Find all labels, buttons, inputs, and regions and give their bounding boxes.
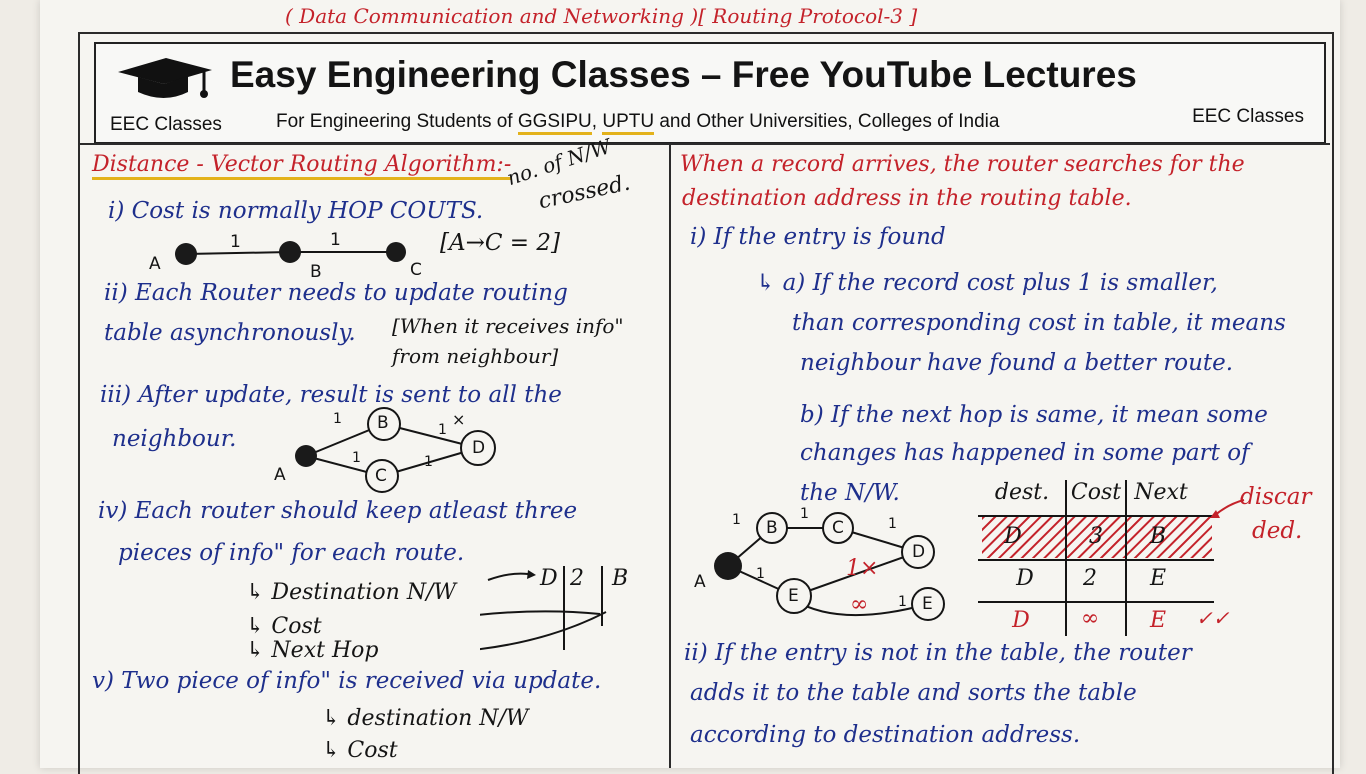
table-header-dest: dest.	[994, 480, 1050, 505]
right-intro-line-2: destination address in the routing table…	[682, 186, 1132, 211]
node-label: E	[922, 594, 933, 614]
node-label: B	[310, 262, 322, 282]
example-cost: 2	[570, 566, 584, 591]
info-item-destination: ↳ Destination N/W	[246, 580, 457, 605]
point-2-line-1: ii) Each Router needs to update routing	[104, 280, 568, 306]
info-item-next-hop: ↳ Next Hop	[246, 638, 379, 663]
example-next: B	[612, 566, 629, 591]
cross-mark: ×	[452, 410, 466, 429]
subtitle-uptu: UPTU	[602, 111, 655, 135]
point-3-line-2: neighbour.	[112, 426, 237, 452]
edge-label: 1	[438, 422, 447, 438]
rule-2-line-1: ii) If the entry is not in the table, th…	[684, 640, 1192, 666]
point-4-line-2: pieces of info" for each route.	[118, 540, 465, 566]
discarded-note-1: discar	[1240, 484, 1312, 510]
subtitle-part: For Engineering Students of	[276, 111, 518, 132]
table-cell: D	[1012, 608, 1030, 633]
node-label: E	[788, 586, 799, 606]
node-label: B	[766, 518, 778, 538]
rule-1a-line-2: than corresponding cost in table, it mea…	[792, 310, 1286, 336]
check-mark-icon: ✓✓	[1196, 606, 1230, 630]
header-title: Easy Engineering Classes – Free YouTube …	[230, 54, 1137, 95]
subtitle-part: and Other Universities, Colleges of Indi…	[654, 111, 1000, 132]
rule-2-line-2: adds it to the table and sorts the table	[690, 680, 1137, 706]
table-cell: 3	[1089, 524, 1103, 549]
example-dest: D	[540, 566, 558, 591]
update-item-destination: ↳ destination N/W	[322, 706, 529, 731]
formula-a-to-c: [A→C = 2]	[440, 230, 560, 256]
node-label: C	[410, 260, 422, 280]
point-2-note-2: from neighbour]	[392, 344, 559, 368]
node-label: D	[912, 542, 926, 562]
node-label: A	[694, 572, 706, 592]
table-cell: E	[1149, 566, 1167, 591]
rule-2-line-3: according to destination address.	[690, 722, 1081, 748]
edge-label: 1	[230, 232, 241, 252]
header-subtitle: For Engineering Students of GGSIPU, UPTU…	[276, 111, 1000, 135]
edge-label: 1	[732, 512, 741, 528]
table-cell: D	[1004, 524, 1022, 549]
table-cell: ∞	[1080, 606, 1100, 631]
linear-network-diagram	[175, 241, 406, 265]
point-4-line-1: iv) Each router should keep atleast thre…	[98, 498, 578, 524]
table-header-cost: Cost	[1070, 480, 1122, 505]
table-header-next: Next	[1134, 480, 1188, 505]
edge-label: 1	[352, 450, 361, 466]
point-1: i) Cost is normally HOP COUTS.	[108, 198, 484, 224]
section-separator	[80, 143, 1330, 145]
discarded-note-2: ded.	[1252, 518, 1303, 544]
edge-label: 1	[333, 411, 342, 427]
header-right-tag: EEC Classes	[1192, 106, 1304, 127]
edge-label: 1	[756, 566, 765, 582]
rule-1b-line-1: b) If the next hop is same, it mean some	[800, 402, 1268, 428]
edge-label: 1	[330, 230, 341, 250]
table-cell: 2	[1083, 566, 1097, 591]
rule-1: i) If the entry is found	[690, 224, 946, 250]
rule-1a-line-3: neighbour have found a better route.	[800, 350, 1234, 376]
edge-label-infinity: ∞	[850, 592, 869, 617]
node-label: A	[149, 254, 161, 274]
node-label: D	[472, 438, 486, 458]
node-label: C	[375, 466, 387, 486]
header-box: Easy Engineering Classes – Free YouTube …	[94, 42, 1326, 144]
node-label: B	[377, 413, 389, 433]
edge-label: 1	[424, 454, 433, 470]
edge-label: 1	[888, 516, 897, 532]
point-2-note-1: [When it receives info"	[392, 314, 624, 338]
edge-label: 1	[800, 506, 809, 522]
point-2-line-2: table asynchronously.	[104, 320, 356, 346]
table-cell: B	[1149, 524, 1167, 549]
graduation-cap-icon	[114, 54, 214, 110]
node-label: C	[832, 518, 844, 538]
edge-label-crossed: 1×	[846, 556, 879, 581]
subtitle-ggsipu: GGSIPU	[517, 111, 592, 135]
rule-1b-line-2: changes has happened in some part of	[800, 440, 1250, 466]
node-label: A	[274, 465, 286, 485]
table-cell: D	[1016, 566, 1034, 591]
update-item-cost: ↳ Cost	[322, 738, 398, 763]
column-divider	[669, 144, 671, 768]
edge-label: 1	[898, 594, 907, 610]
header-left-tag: EEC Classes	[110, 114, 222, 135]
subtitle-part: ,	[591, 111, 603, 132]
top-note: ( Data Communication and Networking )[ R…	[285, 4, 918, 28]
right-intro-line-1: When a record arrives, the router search…	[680, 152, 1245, 177]
info-item-cost: ↳ Cost	[246, 614, 322, 639]
point-5: v) Two piece of info" is received via up…	[92, 668, 602, 694]
left-heading: Distance - Vector Routing Algorithm:-	[92, 152, 512, 180]
rule-1a-line-1: ↳ a) If the record cost plus 1 is smalle…	[756, 270, 1218, 296]
table-cell: E	[1149, 608, 1167, 633]
